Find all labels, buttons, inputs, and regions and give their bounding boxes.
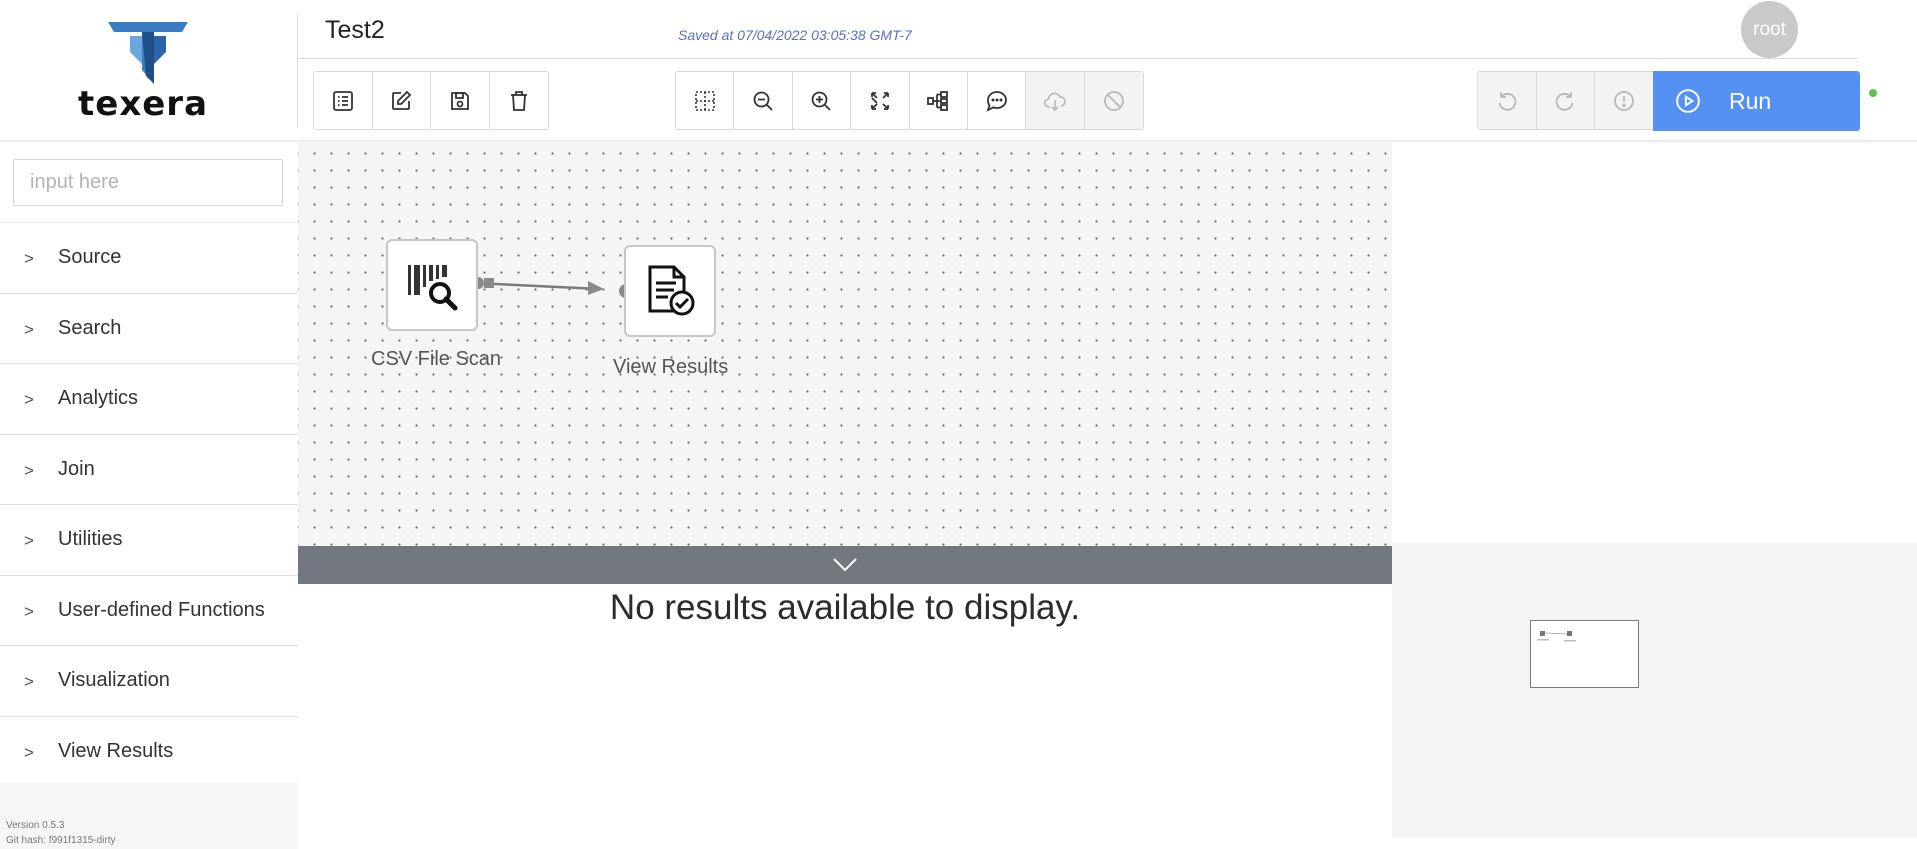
chevron-right-icon: > <box>24 319 34 339</box>
no-results-message: No results available to display. <box>609 588 1081 627</box>
delete-button[interactable] <box>490 72 549 129</box>
operator-category-list: > Source > Search > Analytics > Join > Utilit… <box>0 222 298 787</box>
comment-icon <box>985 90 1007 112</box>
header-divider <box>298 58 1858 59</box>
run-button[interactable]: Run <box>1653 71 1860 131</box>
logo-divider <box>297 14 298 128</box>
category-analytics[interactable]: > Analytics <box>0 364 298 435</box>
cloud-download-icon <box>1043 92 1066 111</box>
zoom-out-icon <box>753 91 773 111</box>
undo-button[interactable] <box>1478 72 1537 129</box>
comment-button[interactable] <box>968 72 1027 129</box>
chevron-right-icon: > <box>24 249 34 268</box>
category-utilities[interactable]: > Utilities <box>0 505 298 576</box>
zoom-out-button[interactable] <box>734 72 793 129</box>
operator-list-button[interactable] <box>314 72 373 129</box>
edit-toolbar <box>313 71 549 130</box>
save-button[interactable] <box>431 72 490 129</box>
connection-status-indicator <box>1869 89 1877 97</box>
operator-label: View Results <box>613 356 729 378</box>
undo-icon <box>1498 91 1517 111</box>
category-source[interactable]: > Source <box>0 223 298 294</box>
category-label: Utilities <box>58 528 123 550</box>
play-circle-icon <box>1676 89 1700 113</box>
save-icon <box>450 91 469 110</box>
result-panel-toggle[interactable] <box>298 546 1392 584</box>
chevron-down-icon <box>833 558 857 572</box>
redo-button[interactable] <box>1536 72 1595 129</box>
git-hash-text: Git hash: f991f1315-dirty <box>6 835 116 846</box>
execution-toolbar <box>1477 71 1660 130</box>
disable-button[interactable] <box>1084 72 1143 129</box>
category-user-defined-functions[interactable]: > User-defined Functions <box>0 576 298 646</box>
texera-logo[interactable]: texera <box>0 0 297 140</box>
list-icon <box>332 90 353 111</box>
operator-link[interactable] <box>298 143 1392 546</box>
download-button[interactable] <box>1026 72 1085 129</box>
chevron-right-icon: > <box>24 742 34 762</box>
chevron-right-icon: > <box>24 390 34 409</box>
minimap[interactable] <box>1530 620 1639 688</box>
zoom-in-button[interactable] <box>793 72 852 129</box>
operator-csv-file-scan[interactable] <box>386 239 478 331</box>
edit-icon <box>392 90 412 110</box>
auto-layout-button[interactable] <box>910 72 968 129</box>
barcode-search-icon <box>408 265 458 311</box>
texera-logo-mark <box>108 22 188 84</box>
category-label: Source <box>58 246 122 268</box>
category-label: Join <box>58 457 95 480</box>
chevron-right-icon: > <box>24 672 34 691</box>
view-toolbar <box>675 71 1144 130</box>
operator-label: CSV File Scan <box>371 348 502 370</box>
edit-button[interactable] <box>373 72 431 129</box>
result-panel: No results available to display. <box>298 584 1392 849</box>
grid-button[interactable] <box>676 72 735 129</box>
operator-search-input[interactable] <box>13 159 283 206</box>
chevron-right-icon: > <box>24 601 34 621</box>
category-view-results[interactable]: > View Results <box>0 717 298 787</box>
disable-icon <box>1103 90 1124 111</box>
auto-layout-icon <box>927 90 949 111</box>
operator-view-results[interactable] <box>624 245 716 337</box>
category-label: User-defined Functions <box>58 598 265 621</box>
minimap-preview <box>1537 631 1576 642</box>
document-check-icon <box>648 265 695 316</box>
version-text: Version 0.5.3 <box>6 820 65 831</box>
save-status: Saved at 07/04/2022 03:05:38 GMT-7 <box>678 27 912 43</box>
user-avatar[interactable]: root <box>1741 1 1798 58</box>
zoom-in-icon <box>812 91 832 111</box>
property-editor-panel <box>1392 143 1917 543</box>
category-search[interactable]: > Search <box>0 294 298 364</box>
category-join[interactable]: > Join <box>0 435 298 505</box>
version-info: Version 0.5.3 Git hash: f991f1315-dirty <box>6 818 116 848</box>
trash-icon <box>510 90 527 111</box>
fullscreen-icon <box>870 91 889 110</box>
category-label: Analytics <box>58 387 139 409</box>
category-label: View Results <box>58 739 174 762</box>
category-visualization[interactable]: > Visualization <box>0 646 298 717</box>
workflow-title[interactable]: Test2 <box>325 16 385 45</box>
operator-sidebar: > Source > Search > Analytics > Join > Utilit… <box>0 143 298 849</box>
category-label: Visualization <box>58 669 170 691</box>
chevron-right-icon: > <box>24 531 34 550</box>
minimap-panel <box>1392 543 1917 838</box>
chevron-right-icon: > <box>24 460 34 480</box>
run-label: Run <box>1729 87 1772 114</box>
category-label: Search <box>58 316 122 339</box>
alert-button[interactable] <box>1595 72 1654 129</box>
fullscreen-button[interactable] <box>851 72 910 129</box>
workflow-canvas[interactable]: CSV File Scan View Results <box>298 143 1392 546</box>
alert-icon <box>1614 90 1635 111</box>
brand-wordmark: texera <box>78 84 209 124</box>
grid-icon <box>694 90 715 111</box>
redo-icon <box>1555 91 1574 111</box>
